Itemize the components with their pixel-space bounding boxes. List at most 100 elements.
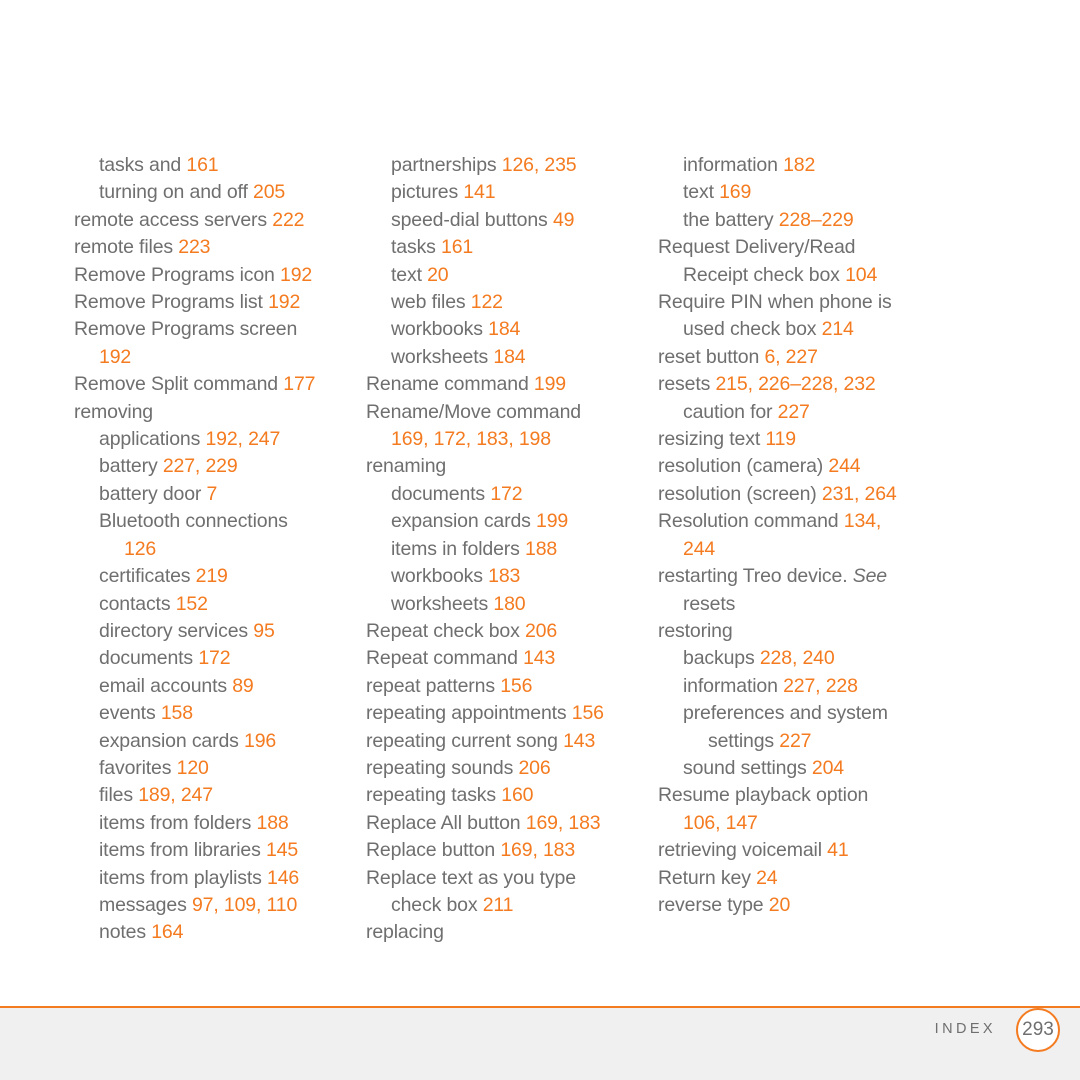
index-entry: restoring xyxy=(658,618,950,645)
index-entry: 192 xyxy=(74,344,366,371)
index-entry-page-numbers: 192 xyxy=(280,263,313,286)
index-entry-term: resets xyxy=(683,592,736,615)
index-entry: check box 211 xyxy=(366,892,658,919)
index-entry: notes 164 xyxy=(74,919,366,946)
index-entry-term: retrieving voicemail xyxy=(658,839,828,862)
index-entry: Remove Programs list 192 xyxy=(74,289,366,316)
index-entry-term: text xyxy=(683,181,720,204)
index-entry: Remove Programs screen xyxy=(74,316,366,343)
index-entry-term: tasks xyxy=(391,236,442,259)
index-entry-term: speed-dial buttons xyxy=(391,208,553,231)
index-entry: resolution (screen) 231, 264 xyxy=(658,481,950,508)
index-entry-page-numbers: 134, xyxy=(843,510,882,533)
index-entry-page-numbers: 183 xyxy=(488,565,521,588)
index-entry-page-numbers: 169, 183 xyxy=(525,811,601,834)
index-entry-term: events xyxy=(99,702,161,725)
index-entry: Remove Programs icon 192 xyxy=(74,262,366,289)
index-entry-term: tasks and xyxy=(99,154,187,176)
index-entry-term: sound settings xyxy=(683,756,812,779)
index-entry: removing xyxy=(74,399,366,426)
index-entry-term: items from folders xyxy=(99,811,257,834)
index-entry-term: Replace button xyxy=(366,839,501,862)
index-entry-term: Rename/Move command xyxy=(366,400,581,423)
index-entry: Remove Split command 177 xyxy=(74,371,366,398)
index-entry-term: pictures xyxy=(391,181,464,204)
index-entry-page-numbers: 188 xyxy=(256,811,289,834)
index-entry-term: turning on and off xyxy=(99,181,253,204)
index-columns-container: tasks and 161 turning on and off 205 remot… xyxy=(74,152,1040,947)
index-entry-term: replacing xyxy=(366,921,444,944)
index-entry-term: battery xyxy=(99,455,163,478)
index-entry: 106, 147 xyxy=(658,810,950,837)
index-entry-page-numbers: 244 xyxy=(683,537,716,560)
index-entry: resets 215, 226–228, 232 xyxy=(658,371,950,398)
index-entry: resizing text 119 xyxy=(658,426,950,453)
index-entry-page-numbers: 143 xyxy=(523,647,556,670)
index-entry: Rename command 199 xyxy=(366,371,658,398)
index-entry: Resume playback option xyxy=(658,782,950,809)
index-entry-term: email accounts xyxy=(99,674,233,697)
index-entry: Receipt check box 104 xyxy=(658,262,950,289)
index-entry: preferences and system xyxy=(658,700,950,727)
index-entry-page-numbers: 156 xyxy=(571,702,604,725)
index-entry: resets xyxy=(658,591,950,618)
index-entry: repeat patterns 156 xyxy=(366,673,658,700)
index-entry: repeating current song 143 xyxy=(366,728,658,755)
index-entry-page-numbers: 104 xyxy=(845,263,878,286)
index-entry-page-numbers: 192 xyxy=(268,291,301,314)
index-entry-page-numbers: 126, 235 xyxy=(501,154,577,176)
index-entry-term: restarting Treo device. xyxy=(658,565,853,588)
index-entry-term: workbooks xyxy=(391,318,489,341)
index-entry-term: Remove Programs list xyxy=(74,291,269,314)
index-entry: partnerships 126, 235 xyxy=(366,152,658,179)
index-entry-term: documents xyxy=(99,647,199,670)
index-entry-page-numbers: 152 xyxy=(175,592,208,615)
index-entry-term: items from playlists xyxy=(99,866,268,889)
index-page: tasks and 161 turning on and off 205 remot… xyxy=(0,0,1080,1080)
index-entry: Rename/Move command xyxy=(366,399,658,426)
index-entry-page-numbers: 120 xyxy=(176,756,209,779)
index-entry: information 182 xyxy=(658,152,950,179)
index-entry-term: settings xyxy=(708,729,780,752)
index-entry-term: preferences and system xyxy=(683,702,888,725)
index-entry-page-numbers: 146 xyxy=(267,866,300,889)
page-number-badge: 293 xyxy=(1016,1008,1060,1052)
index-entry-term: remote access servers xyxy=(74,208,273,231)
index-entry: documents 172 xyxy=(74,645,366,672)
index-entry-cross-reference: See xyxy=(852,565,887,588)
index-entry: the battery 228–229 xyxy=(658,207,950,234)
index-entry-page-numbers: 222 xyxy=(272,208,305,231)
index-entry-term: web files xyxy=(391,291,471,314)
index-entry-page-numbers: 192, 247 xyxy=(205,428,281,451)
index-entry: worksheets 180 xyxy=(366,591,658,618)
index-entry-term: Remove Programs screen xyxy=(74,318,298,341)
index-entry-page-numbers: 164 xyxy=(151,921,184,944)
index-entry: workbooks 184 xyxy=(366,316,658,343)
index-entry-page-numbers: 106, 147 xyxy=(683,811,758,834)
index-entry: retrieving voicemail 41 xyxy=(658,837,950,864)
index-entry-page-numbers: 122 xyxy=(470,291,503,314)
index-entry: settings 227 xyxy=(658,728,950,755)
index-entry-page-numbers: 169 xyxy=(719,181,752,204)
index-entry-term: Resume playback option xyxy=(658,784,869,807)
index-column-3: information 182 text 169 the battery 228–2… xyxy=(658,152,950,947)
index-entry: replacing xyxy=(366,919,658,946)
index-entry-page-numbers: 119 xyxy=(765,428,796,451)
index-entry: repeating tasks 160 xyxy=(366,782,658,809)
index-entry-page-numbers: 89 xyxy=(232,674,254,697)
index-entry-term: repeating tasks xyxy=(366,784,502,807)
index-entry: used check box 214 xyxy=(658,316,950,343)
index-entry-term: expansion cards xyxy=(391,510,537,533)
index-entry: remote files 223 xyxy=(74,234,366,261)
index-entry-term: Resolution command xyxy=(658,510,844,533)
index-entry-term: resizing text xyxy=(658,428,766,451)
index-entry: Return key 24 xyxy=(658,865,950,892)
index-entry-page-numbers: 244 xyxy=(828,455,861,478)
index-entry-term: remote files xyxy=(74,236,179,259)
index-entry-page-numbers: 20 xyxy=(768,893,791,916)
index-entry-term: renaming xyxy=(366,455,447,478)
index-entry-page-numbers: 188 xyxy=(525,537,558,560)
index-entry: battery door 7 xyxy=(74,481,366,508)
index-column-1: tasks and 161 turning on and off 205 remot… xyxy=(74,152,366,947)
index-entry-page-numbers: 20 xyxy=(427,263,449,286)
